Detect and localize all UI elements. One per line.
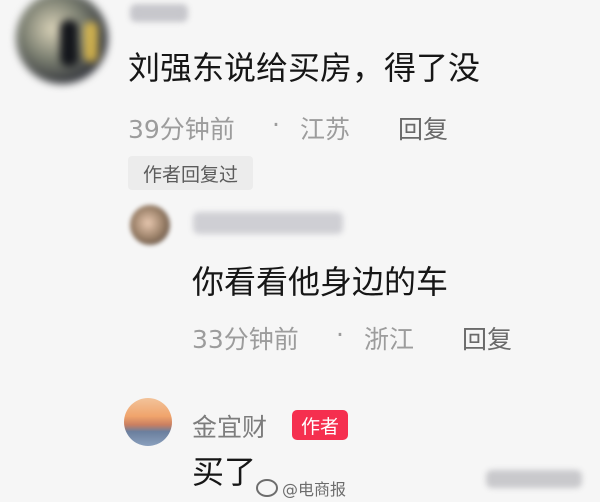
comment-location: 江苏	[300, 115, 351, 144]
reply-name-blurred[interactable]	[193, 212, 343, 234]
commenter-avatar[interactable]	[16, 0, 108, 84]
reply-meta-separator: ·	[336, 320, 344, 349]
reply-location: 浙江	[364, 325, 415, 354]
reply-avatar[interactable]	[130, 205, 170, 245]
watermark: @电商报	[256, 476, 346, 500]
reply-reply-button[interactable]: 回复	[462, 320, 512, 356]
comment-reply-button[interactable]: 回复	[398, 110, 448, 146]
author-name[interactable]: 金宜财	[192, 408, 267, 444]
comment-meta-separator: ·	[272, 110, 280, 139]
comment-text: 刘强东说给买房，得了没	[128, 49, 481, 87]
reply-time: 33分钟前	[192, 325, 299, 354]
watermark-text: @电商报	[282, 480, 347, 499]
author-replied-tag: 作者回复过	[128, 156, 253, 190]
author-reply-text: 买了	[192, 453, 257, 491]
comment-time: 39分钟前	[128, 115, 235, 144]
author-badge: 作者	[292, 410, 348, 440]
blurred-corner-text	[486, 470, 582, 488]
reply-text: 你看看他身边的车	[192, 263, 449, 301]
weibo-icon	[256, 479, 278, 497]
commenter-name-blurred[interactable]	[130, 4, 188, 22]
author-avatar[interactable]	[124, 398, 172, 446]
